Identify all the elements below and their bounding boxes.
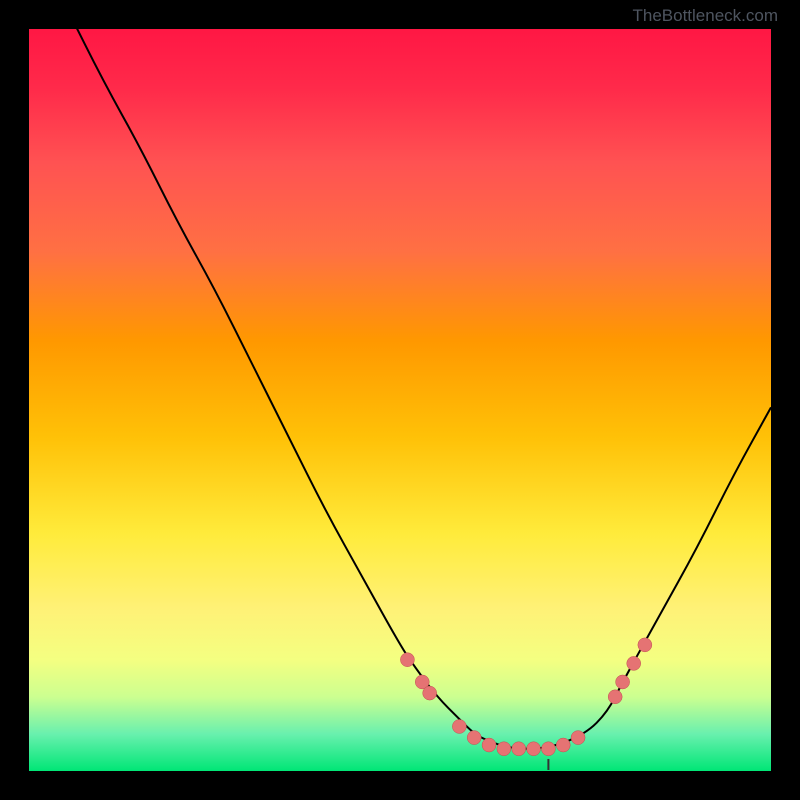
- data-marker: [452, 719, 466, 733]
- data-marker: [571, 731, 585, 745]
- data-marker: [497, 742, 511, 756]
- data-marker: [638, 638, 652, 652]
- watermark-text: TheBottleneck.com: [632, 6, 778, 26]
- data-marker: [400, 653, 414, 667]
- bottleneck-curve: [29, 0, 771, 749]
- data-marker: [541, 742, 555, 756]
- data-marker: [608, 690, 622, 704]
- data-marker: [467, 731, 481, 745]
- data-marker: [423, 686, 437, 700]
- data-marker: [556, 738, 570, 752]
- data-marker: [482, 738, 496, 752]
- data-marker: [616, 675, 630, 689]
- bottleneck-chart: [29, 29, 771, 771]
- data-marker: [527, 742, 541, 756]
- data-marker: [627, 656, 641, 670]
- curve-layer: [29, 0, 771, 749]
- data-marker: [512, 742, 526, 756]
